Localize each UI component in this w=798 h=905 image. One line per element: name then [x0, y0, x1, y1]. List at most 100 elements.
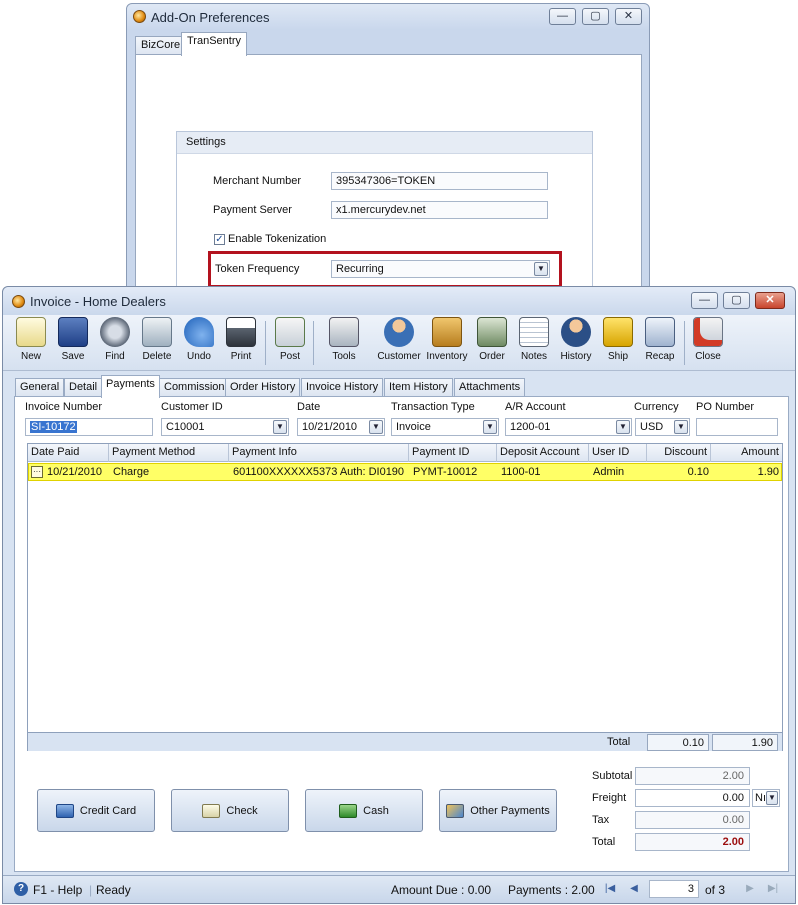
find-button[interactable]: Find [95, 317, 135, 369]
grid-total-label: Total [607, 736, 631, 748]
find-icon [100, 317, 130, 347]
tab-item-history[interactable]: Item History [384, 378, 453, 397]
undo-button[interactable]: Undo [179, 317, 219, 369]
main-toolbar: New Save Find Delete Undo Print Post Too… [3, 315, 795, 371]
minimize-button[interactable]: — [549, 8, 576, 25]
col-date-paid[interactable]: Date Paid [28, 444, 109, 462]
merchant-number-field[interactable]: 395347306=TOKEN [331, 172, 548, 190]
tools-button[interactable]: Tools [316, 317, 372, 369]
ar-account-select[interactable]: 1200-01 ▼ [505, 418, 632, 436]
ship-label: Ship [607, 351, 628, 362]
enable-tokenization-checkbox[interactable]: ✓ [214, 234, 225, 245]
order-button[interactable]: Order [472, 317, 512, 369]
history-label: History [560, 351, 592, 362]
other-payments-button[interactable]: Other Payments [439, 789, 557, 832]
inventory-label: Inventory [426, 351, 468, 362]
next-page-icon[interactable]: ▶ [743, 882, 757, 896]
close-window-button[interactable]: Close [688, 317, 728, 369]
invoice-window-title: Invoice - Home Dealers [30, 294, 166, 309]
chevron-down-icon[interactable]: ▼ [674, 420, 688, 434]
notes-button[interactable]: Notes [514, 317, 554, 369]
print-button[interactable]: Print [221, 317, 261, 369]
post-button[interactable]: Post [270, 317, 310, 369]
credit-card-button[interactable]: Credit Card [37, 789, 155, 832]
freight-code-select[interactable]: Nı ▼ [752, 789, 780, 807]
delete-button[interactable]: Delete [137, 317, 177, 369]
po-number-field[interactable] [696, 418, 778, 436]
cell-discount: 0.10 [687, 466, 709, 478]
tab-detail[interactable]: Detail [64, 378, 103, 397]
ar-account-value: 1200-01 [510, 421, 551, 433]
date-picker[interactable]: 10/21/2010 ▼ [297, 418, 385, 436]
table-row[interactable]: ··· 10/21/2010 Charge 601100XXXXXX5373 A… [28, 463, 782, 481]
first-page-icon[interactable]: |◀ [603, 882, 617, 896]
ar-account-label: A/R Account [505, 401, 566, 413]
tab-general[interactable]: General [15, 378, 65, 397]
row-edit-button[interactable]: ··· [31, 466, 43, 478]
minimize-button[interactable]: — [691, 292, 718, 309]
payment-server-field[interactable]: x1.mercurydev.net [331, 201, 548, 219]
tab-transentry[interactable]: TranSentry [181, 32, 248, 56]
transaction-type-select[interactable]: Invoice ▼ [391, 418, 499, 436]
recap-button[interactable]: Recap [640, 317, 680, 369]
app-icon [133, 10, 146, 23]
add-on-preferences-window: Add-On Preferences — ▢ ✕ BizCore TranSen… [126, 3, 650, 311]
amount-due: Amount Due : 0.00 [391, 883, 492, 897]
status-text: Ready [96, 883, 131, 897]
previous-page-icon[interactable]: ◀ [627, 882, 641, 896]
maximize-button[interactable]: ▢ [723, 292, 750, 309]
chevron-down-icon[interactable]: ▼ [616, 420, 630, 434]
col-deposit-account[interactable]: Deposit Account [497, 444, 589, 462]
invoice-number-field[interactable]: SI-10172 [25, 418, 153, 436]
col-amount[interactable]: Amount [711, 444, 782, 462]
recap-label: Recap [645, 351, 675, 362]
customer-label: Customer [377, 351, 421, 362]
close-button[interactable]: ✕ [755, 292, 785, 309]
page-number-input[interactable]: 3 [649, 880, 699, 898]
new-button[interactable]: New [11, 317, 51, 369]
cell-payment-method: Charge [113, 466, 150, 478]
col-discount[interactable]: Discount [647, 444, 711, 462]
save-label: Save [61, 351, 85, 362]
last-page-icon[interactable]: ▶| [766, 882, 780, 896]
customer-button[interactable]: Customer [376, 317, 422, 369]
tab-commission[interactable]: Commission [159, 378, 230, 397]
col-payment-id[interactable]: Payment ID [409, 444, 497, 462]
inventory-button[interactable]: Inventory [424, 317, 470, 369]
cell-date-paid: 10/21/2010 [47, 466, 103, 478]
prefs-titlebar: Add-On Preferences — ▢ ✕ [127, 4, 649, 30]
print-label: Print [230, 351, 252, 362]
cell-amount: 1.90 [757, 466, 779, 478]
order-icon [477, 317, 507, 347]
help-shortcut[interactable]: F1 - Help [33, 883, 82, 897]
tab-attachments[interactable]: Attachments [454, 378, 526, 397]
currency-select[interactable]: USD ▼ [635, 418, 690, 436]
cash-button[interactable]: Cash [305, 789, 423, 832]
maximize-button[interactable]: ▢ [582, 8, 609, 25]
history-button[interactable]: History [556, 317, 596, 369]
subtotal-value: 2.00 [635, 767, 750, 785]
cell-deposit-account: 1100-01 [501, 466, 541, 478]
chevron-down-icon[interactable]: ▼ [273, 420, 287, 434]
customer-icon [384, 317, 414, 347]
save-button[interactable]: Save [53, 317, 93, 369]
check-button[interactable]: Check [171, 789, 289, 832]
tab-payments[interactable]: Payments [101, 375, 160, 398]
tab-order-history[interactable]: Order History [225, 378, 301, 397]
chevron-down-icon[interactable]: ▼ [369, 420, 383, 434]
close-button[interactable]: ✕ [615, 8, 642, 25]
ship-button[interactable]: Ship [598, 317, 638, 369]
col-payment-info[interactable]: Payment Info [229, 444, 409, 462]
tab-bizcore[interactable]: BizCore [135, 36, 187, 55]
col-user-id[interactable]: User ID [589, 444, 647, 462]
customer-id-select[interactable]: C10001 ▼ [161, 418, 289, 436]
help-icon[interactable]: ? [14, 882, 28, 896]
freight-field[interactable]: 0.00 [635, 789, 750, 807]
token-frequency-callout [208, 251, 562, 288]
chevron-down-icon[interactable]: ▼ [766, 791, 778, 805]
customer-id-label: Customer ID [161, 401, 223, 413]
history-icon [561, 317, 591, 347]
col-payment-method[interactable]: Payment Method [109, 444, 229, 462]
tab-invoice-history[interactable]: Invoice History [301, 378, 384, 397]
chevron-down-icon[interactable]: ▼ [483, 420, 497, 434]
